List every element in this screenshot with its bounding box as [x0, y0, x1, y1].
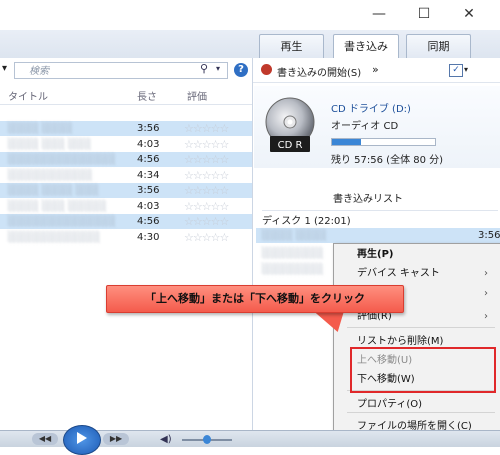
divider	[262, 210, 498, 211]
table-row[interactable]: ░░░░ ░░░░ 3:56 ☆☆☆☆☆	[0, 121, 252, 136]
track-title: ░░░░░░░░░░░░░░	[8, 216, 116, 227]
track-title: ░░░░░░░░░░░░░░	[8, 154, 116, 165]
table-row[interactable]: ░░░░░░░░░░░░░░ 4:56 ☆☆☆☆☆	[0, 152, 252, 167]
volume-thumb[interactable]	[203, 435, 211, 444]
table-row[interactable]: ░░░░ ░░░ ░░░ 4:03 ☆☆☆☆☆	[0, 137, 252, 152]
burn-list-item-title: ░░░░ ░░░░	[262, 230, 327, 241]
capacity-bar-fill	[332, 139, 361, 145]
instruction-callout: 「上へ移動」または「下へ移動」をクリック	[106, 285, 404, 313]
table-row[interactable]: ░░░░ ░░░░ ░░░ 3:56 ☆☆☆☆☆	[0, 183, 252, 198]
track-title: ░░░░ ░░░░	[8, 123, 73, 134]
track-length: 4:03	[137, 201, 160, 212]
submenu-chevron-icon: ›	[484, 288, 488, 299]
rating-stars[interactable]: ☆☆☆☆☆	[184, 214, 229, 229]
submenu-chevron-icon: ›	[484, 268, 488, 279]
rating-stars[interactable]: ☆☆☆☆☆	[184, 121, 229, 136]
column-rating[interactable]: 評価	[187, 88, 207, 103]
track-length: 3:56	[137, 123, 160, 134]
previous-icon[interactable]: ◀◀	[32, 433, 58, 445]
rating-stars[interactable]: ☆☆☆☆☆	[184, 199, 229, 214]
rating-stars[interactable]: ☆☆☆☆☆	[184, 168, 229, 183]
help-icon[interactable]: ?	[234, 63, 248, 77]
cd-drive-label[interactable]: CD ドライブ (D:)	[331, 100, 411, 115]
minimize-button[interactable]: —	[356, 0, 402, 28]
menu-separator	[347, 327, 495, 328]
table-row[interactable]: ░░░░░░░░░░░░ 4:30 ☆☆☆☆☆	[0, 230, 252, 245]
search-dropdown-icon[interactable]: ▾	[216, 64, 220, 73]
search-input[interactable]: 検索	[14, 62, 228, 79]
track-length: 4:56	[137, 154, 160, 165]
disc-header: ディスク 1 (22:01)	[262, 216, 351, 227]
table-row[interactable]: ░░░░ ░░░ ░░░░░ 4:03 ☆☆☆☆☆	[0, 199, 252, 214]
track-length: 4:30	[137, 232, 160, 243]
tab-play[interactable]: 再生	[259, 34, 324, 58]
highlight-box	[350, 347, 496, 393]
cd-type: オーディオ CD	[331, 121, 399, 132]
search-icon[interactable]: ⚲	[200, 62, 208, 75]
track-length: 4:03	[137, 139, 160, 150]
track-title: ░░░░ ░░░░ ░░░	[8, 185, 99, 196]
start-burn-button[interactable]: 書き込みの開始(S)	[277, 64, 361, 79]
tab-burn[interactable]: 書き込み	[333, 34, 399, 59]
track-length: 4:56	[137, 216, 160, 227]
burn-options-dropdown-icon[interactable]: ▾	[464, 65, 468, 74]
burn-disc-icon	[261, 64, 272, 75]
remaining-label: 残り 57:56 (全体 80 分)	[331, 155, 444, 166]
next-icon[interactable]: ▶▶	[103, 433, 129, 445]
submenu-chevron-icon: ›	[484, 311, 488, 322]
track-title: ░░░░░░░░░░░	[8, 170, 93, 181]
track-title: ░░░░ ░░░ ░░░░░	[8, 201, 107, 212]
rating-stars[interactable]: ☆☆☆☆☆	[184, 152, 229, 167]
track-length: 4:34	[137, 170, 160, 181]
context-menu-item[interactable]: デバイス キャスト	[357, 265, 440, 283]
more-options-button[interactable]: »	[372, 63, 379, 76]
burn-options-icon[interactable]: ✓	[449, 64, 463, 77]
close-button[interactable]: ✕	[446, 0, 492, 28]
track-length: 3:56	[137, 185, 160, 196]
cd-disc-icon: CD R	[265, 97, 315, 152]
track-title: ░░░░░░░░░░░░	[8, 232, 101, 243]
column-title[interactable]: タイトル	[8, 88, 48, 103]
burn-list-item-length: 3:56	[478, 230, 500, 241]
track-title: ░░░░ ░░░ ░░░	[8, 139, 92, 150]
rating-stars[interactable]: ☆☆☆☆☆	[184, 230, 229, 245]
burn-list-item-2[interactable]: ░░░░░░░░	[262, 246, 324, 261]
rating-stars[interactable]: ☆☆☆☆☆	[184, 137, 229, 152]
maximize-button[interactable]: ☐	[401, 0, 447, 28]
column-length[interactable]: 長さ	[137, 88, 157, 103]
table-row[interactable]: ░░░░░░░░░░░ 4:34 ☆☆☆☆☆	[0, 168, 252, 183]
burn-list-item-3[interactable]: ░░░░░░░░	[262, 262, 324, 277]
menu-separator	[347, 412, 495, 413]
table-row[interactable]: ░░░░░░░░░░░░░░ 4:56 ☆☆☆☆☆	[0, 214, 252, 229]
view-options-icon[interactable]: ▾	[2, 63, 7, 74]
burn-list-title: 書き込みリスト	[333, 194, 403, 205]
cd-type-label: CD R	[278, 140, 303, 151]
tab-sync[interactable]: 同期	[406, 34, 471, 58]
play-icon	[77, 432, 87, 444]
rating-stars[interactable]: ☆☆☆☆☆	[184, 183, 229, 198]
volume-icon[interactable]: ◀)	[160, 434, 172, 445]
context-menu-item[interactable]: 再生(P)	[357, 246, 393, 264]
